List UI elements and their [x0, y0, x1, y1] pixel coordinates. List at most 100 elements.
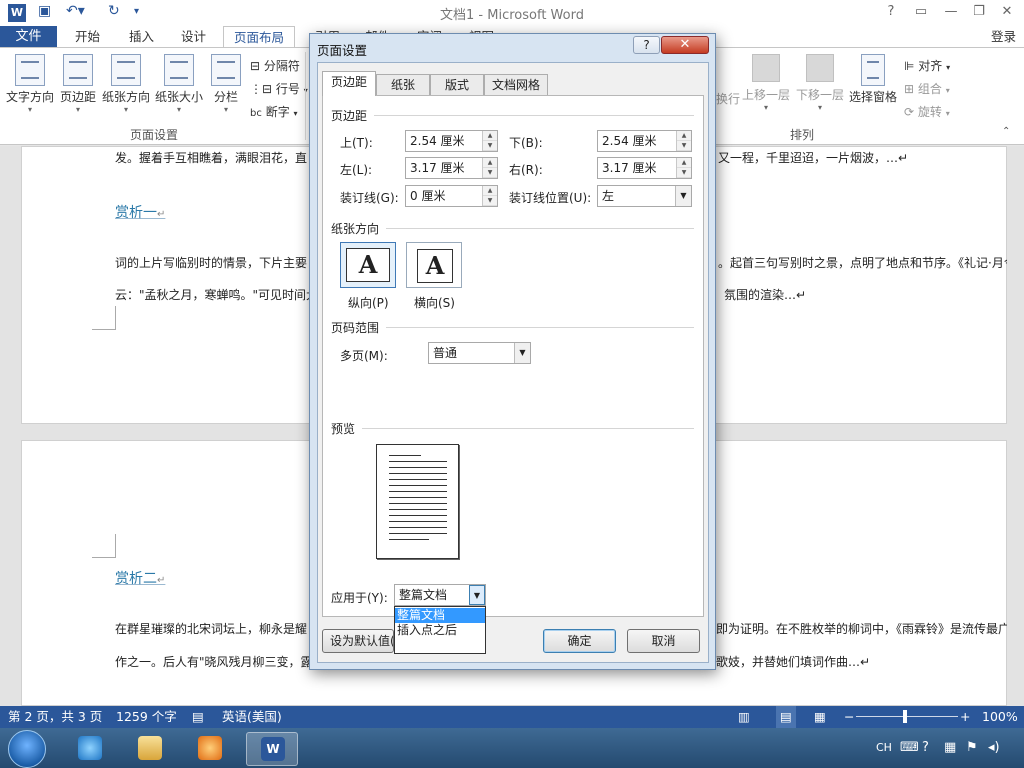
- wrap-text-button[interactable]: 换行: [716, 54, 740, 107]
- ie-icon[interactable]: [64, 732, 116, 766]
- web-layout-icon[interactable]: ▦: [814, 706, 826, 728]
- apply-to-select[interactable]: 整篇文档 ▼: [394, 584, 486, 606]
- title-bar: W ▣ ↶▾ ↻ ▾ 文档1 - Microsoft Word ? ▭ — ❐ …: [0, 0, 1024, 26]
- landscape-label[interactable]: 横向(S): [414, 294, 455, 311]
- rotate-icon: ⟳: [904, 105, 915, 119]
- group-button[interactable]: ⊞ 组合 ▾: [904, 80, 950, 97]
- breaks-button[interactable]: ⊟ 分隔符: [250, 57, 300, 74]
- heading-analysis-2[interactable]: 赏析二↵: [115, 568, 165, 588]
- network-icon[interactable]: ▦: [944, 728, 956, 768]
- dialog-close-button[interactable]: ✕: [661, 36, 709, 54]
- proofing-icon[interactable]: ▤: [192, 706, 204, 728]
- right-margin-input[interactable]: 3.17 厘米 ▲ ▼: [597, 157, 692, 179]
- set-as-default-button[interactable]: 设为默认值(D): [322, 629, 394, 653]
- send-backward-button[interactable]: 下移一层 ▾: [794, 54, 846, 112]
- tab-file[interactable]: 文件: [0, 26, 57, 48]
- doc-para-a-right[interactable]: 。起首三句写别时之景，点明了地点和节序。《礼记·月令: [718, 256, 1007, 270]
- bottom-margin-spinner[interactable]: ▲ ▼: [676, 131, 691, 151]
- columns-icon: [211, 54, 241, 86]
- cancel-button[interactable]: 取消: [627, 629, 700, 653]
- left-margin-input[interactable]: 3.17 厘米 ▲ ▼: [405, 157, 498, 179]
- margins-button[interactable]: 页边距 ▾: [58, 54, 98, 114]
- login-link[interactable]: 登录: [991, 26, 1016, 47]
- align-button[interactable]: ⊫ 对齐 ▾: [904, 57, 950, 74]
- portrait-option[interactable]: A: [340, 242, 396, 288]
- media-player-icon[interactable]: [184, 732, 236, 766]
- zoom-out-icon[interactable]: −: [844, 706, 854, 728]
- rotate-button[interactable]: ⟳ 旋转 ▾: [904, 103, 950, 120]
- bottom-margin-input[interactable]: 2.54 厘米 ▲ ▼: [597, 130, 692, 152]
- tab-page-layout[interactable]: 页面布局: [223, 26, 296, 48]
- doc-para-c-left[interactable]: 在群星璀璨的北宋词坛上，柳永是耀: [115, 622, 307, 636]
- tab-layout[interactable]: 版式: [430, 74, 484, 96]
- word-count[interactable]: 1259 个字: [116, 706, 177, 728]
- apply-option-whole-doc[interactable]: 整篇文档: [395, 608, 485, 623]
- hyphenation-button[interactable]: bc 断字 ▾: [250, 103, 298, 120]
- ribbon-display-button[interactable]: ▭: [910, 4, 932, 19]
- doc-line-1-left[interactable]: 发。握着手互相瞧着，满眼泪花，直: [115, 151, 307, 165]
- selection-pane-button[interactable]: 选择窗格: [847, 54, 899, 105]
- zoom-in-icon[interactable]: +: [960, 706, 970, 728]
- line-numbers-button[interactable]: ⋮⊟ 行号 ▾: [250, 80, 308, 97]
- dialog-help-button[interactable]: ?: [633, 36, 660, 54]
- volume-icon[interactable]: ◂): [988, 728, 1000, 768]
- landscape-option[interactable]: A: [406, 242, 462, 288]
- heading-analysis-1[interactable]: 赏析一↵: [115, 202, 165, 222]
- landscape-icon: A: [417, 249, 453, 283]
- language-indicator[interactable]: 英语(美国): [222, 706, 282, 728]
- gutter-position-select[interactable]: 左 ▼: [597, 185, 692, 207]
- help-tray-icon[interactable]: ?: [922, 728, 929, 768]
- language-bar[interactable]: CH: [876, 728, 892, 768]
- word-icon[interactable]: W: [246, 732, 298, 766]
- zoom-slider-thumb[interactable]: [903, 710, 907, 723]
- top-margin-input[interactable]: 2.54 厘米 ▲ ▼: [405, 130, 498, 152]
- doc-line-1-right[interactable]: 又一程，千里迢迢，一片烟波，…↵: [718, 151, 908, 165]
- columns-button[interactable]: 分栏 ▾: [208, 54, 244, 114]
- orientation-button[interactable]: 纸张方向 ▾: [100, 54, 152, 114]
- doc-para-d-right[interactable]: 歌妓，并替她们填词作曲…↵: [716, 655, 870, 669]
- keyboard-icon[interactable]: ⌨: [900, 728, 919, 768]
- collapse-ribbon-icon[interactable]: ⌃: [1002, 126, 1010, 137]
- text-direction-button[interactable]: 文字方向 ▾: [4, 54, 56, 114]
- tab-document-grid[interactable]: 文档网格: [484, 74, 548, 96]
- restore-button[interactable]: ❐: [968, 4, 990, 19]
- top-margin-spinner[interactable]: ▲ ▼: [482, 131, 497, 151]
- doc-para-d-left[interactable]: 作之一。后人有"晓风残月柳三变，露: [115, 655, 313, 669]
- tab-insert[interactable]: 插入: [119, 26, 164, 48]
- gutter-input[interactable]: 0 厘米 ▲ ▼: [405, 185, 498, 207]
- doc-para-a-left[interactable]: 词的上片写临别时的情景，下片主要: [115, 256, 307, 270]
- chevron-down-icon[interactable]: ▼: [514, 343, 530, 363]
- portrait-label[interactable]: 纵向(P): [348, 294, 389, 311]
- multiple-pages-select[interactable]: 普通 ▼: [428, 342, 531, 364]
- top-margin-label: 上(T):: [340, 136, 373, 150]
- chevron-down-icon[interactable]: ▼: [675, 186, 691, 206]
- start-button[interactable]: [8, 730, 46, 768]
- print-layout-icon[interactable]: ▤: [776, 706, 796, 728]
- read-mode-icon[interactable]: ▥: [738, 706, 750, 728]
- tab-paper[interactable]: 纸张: [376, 74, 430, 96]
- zoom-level[interactable]: 100%: [982, 706, 1018, 728]
- page-count[interactable]: 第 2 页，共 3 页: [8, 706, 102, 728]
- doc-para-b-right[interactable]: 氛围的渲染…↵: [724, 288, 806, 302]
- flag-icon[interactable]: ⚑: [966, 728, 978, 768]
- gutter-spinner[interactable]: ▲ ▼: [482, 186, 497, 206]
- explorer-icon[interactable]: [124, 732, 176, 766]
- left-margin-spinner[interactable]: ▲ ▼: [482, 158, 497, 178]
- zoom-slider[interactable]: [856, 716, 958, 717]
- paper-size-button[interactable]: 纸张大小 ▾: [153, 54, 205, 114]
- vertical-scrollbar[interactable]: [1007, 146, 1024, 706]
- tab-home[interactable]: 开始: [65, 26, 110, 48]
- doc-para-b-left[interactable]: 云："孟秋之月，寒蝉鸣。"可见时间大: [115, 288, 318, 302]
- bring-forward-button[interactable]: 上移一层 ▾: [740, 54, 792, 112]
- apply-option-after-cursor[interactable]: 插入点之后: [395, 623, 485, 638]
- right-margin-spinner[interactable]: ▲ ▼: [676, 158, 691, 178]
- multiple-pages-label: 多页(M):: [340, 349, 388, 363]
- minimize-button[interactable]: —: [940, 4, 962, 19]
- close-window-button[interactable]: ✕: [996, 4, 1018, 19]
- chevron-down-icon[interactable]: ▼: [469, 585, 485, 605]
- doc-para-c-right[interactable]: 即为证明。在不胜枚举的柳词中，《雨霖铃》是流传最广: [716, 622, 1007, 636]
- ok-button[interactable]: 确定: [543, 629, 616, 653]
- help-button[interactable]: ?: [880, 4, 902, 19]
- tab-design[interactable]: 设计: [171, 26, 216, 48]
- tab-margins[interactable]: 页边距: [322, 71, 376, 96]
